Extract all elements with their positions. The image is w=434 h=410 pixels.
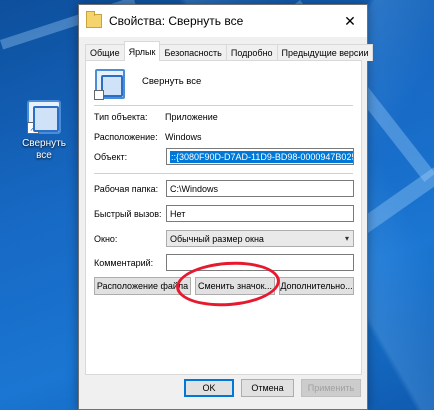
properties-dialog: Свойства: Свернуть все ✕ Общие Ярлык Без… [78, 4, 374, 410]
shortcut-tab-panel: Свернуть все Тип объекта: Приложение Рас… [85, 60, 362, 375]
window-title: Свойства: Свернуть все [109, 14, 244, 28]
apply-button[interactable]: Применить [301, 379, 361, 397]
title-bar[interactable]: Свойства: Свернуть все ✕ [79, 5, 367, 37]
divider [94, 173, 353, 174]
tab-shortcut[interactable]: Ярлык [123, 41, 161, 61]
folder-icon [86, 11, 102, 28]
workdir-label: Рабочая папка: [94, 184, 159, 194]
type-value: Приложение [165, 112, 218, 122]
tab-details[interactable]: Подробно [225, 44, 278, 61]
comment-input[interactable] [166, 254, 354, 271]
open-file-location-button[interactable]: Расположение файла [94, 277, 191, 295]
advanced-button[interactable]: Дополнительно... [279, 277, 354, 295]
hotkey-value: Нет [170, 208, 186, 219]
ok-button[interactable]: OK [184, 379, 234, 397]
target-input[interactable]: ::{3080F90D-D7AD-11D9-BD98-0000947B0257} [166, 148, 354, 165]
shortcut-app-icon [94, 69, 125, 100]
tab-previous-versions[interactable]: Предыдущие версии [276, 44, 374, 61]
divider [94, 105, 353, 106]
tab-strip: Общие Ярлык Безопасность Подробно Предыд… [85, 41, 374, 61]
cancel-button[interactable]: Отмена [241, 379, 294, 397]
location-value: Windows [165, 132, 202, 142]
chevron-down-icon: ▾ [344, 234, 349, 243]
location-label: Расположение: [94, 132, 158, 142]
type-label: Тип объекта: [94, 112, 148, 122]
close-icon: ✕ [344, 12, 356, 29]
window-state-value: Обычный размер окна [170, 233, 264, 244]
comment-label: Комментарий: [94, 258, 154, 268]
workdir-value: C:\Windows [170, 183, 219, 194]
desktop-shortcut[interactable]: ↗ Свернуть все [18, 100, 70, 162]
shortcut-icon: ↗ [27, 100, 61, 134]
window-state-select[interactable]: Обычный размер окна ▾ [166, 230, 354, 247]
target-label: Объект: [94, 152, 128, 162]
shortcut-arrow-icon [94, 90, 104, 100]
tab-general[interactable]: Общие [85, 44, 125, 61]
hotkey-label: Быстрый вызов: [94, 209, 162, 219]
window-label: Окно: [94, 234, 118, 244]
close-button[interactable]: ✕ [333, 5, 367, 37]
desktop-shortcut-label: Свернуть все [22, 138, 66, 161]
shortcut-arrow-icon: ↗ [27, 122, 39, 134]
shortcut-name: Свернуть все [142, 76, 202, 87]
tab-security[interactable]: Безопасность [159, 44, 227, 61]
workdir-input[interactable]: C:\Windows [166, 180, 354, 197]
hotkey-input[interactable]: Нет [166, 205, 354, 222]
change-icon-button[interactable]: Сменить значок... [195, 277, 275, 295]
target-value: ::{3080F90D-D7AD-11D9-BD98-0000947B0257} [170, 150, 353, 163]
